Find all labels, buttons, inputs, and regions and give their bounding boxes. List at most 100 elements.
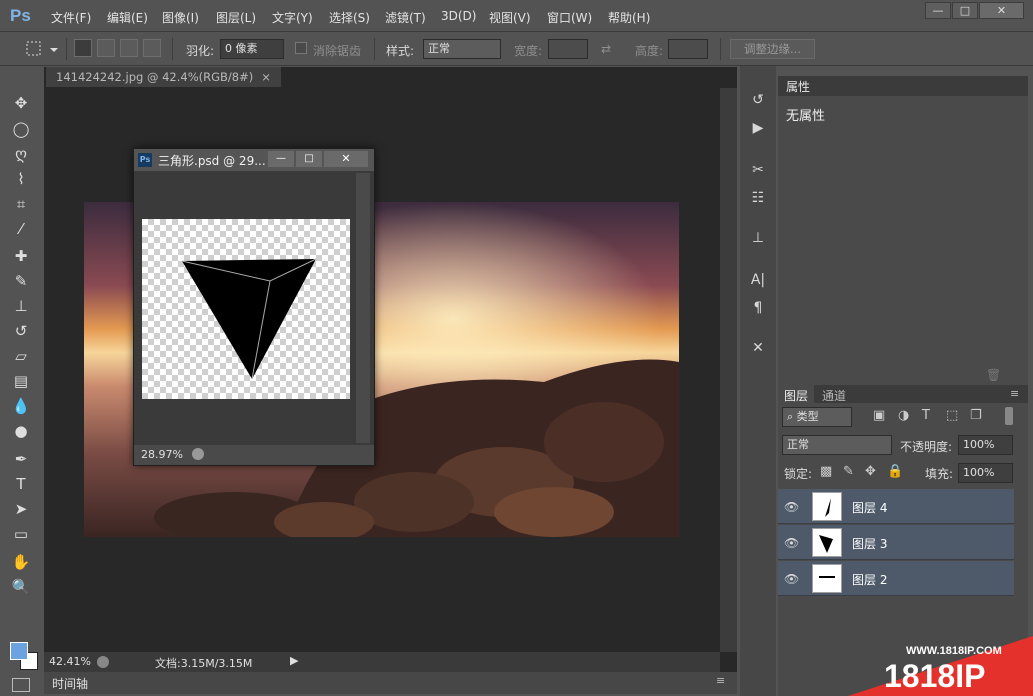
blur-icon[interactable]: 💧 [6,395,36,417]
menu-filter[interactable]: 滤镜(T) [385,9,426,26]
filter-pixel-icon[interactable]: ▣ [873,408,885,423]
status-menu-arrow-icon[interactable]: ▶ [290,654,298,667]
move-tool-icon[interactable]: ✥ [6,92,36,114]
gradient-icon[interactable]: ▤ [6,370,36,392]
status-info-icon[interactable] [97,656,109,668]
tab-layers[interactable]: 图层 [778,385,815,406]
menu-3d[interactable]: 3D(D) [441,9,476,23]
healing-brush-icon[interactable]: ✚ [6,245,36,267]
subtract-selection-icon[interactable] [120,39,138,57]
swap-icon[interactable]: ⇄ [601,42,611,56]
layer-name[interactable]: 图层 3 [852,535,887,552]
filter-adjustment-icon[interactable]: ◑ [898,408,909,423]
fill-input[interactable]: 100% [958,463,1013,483]
visibility-eye-icon[interactable]: 👁 [784,572,800,586]
history-brush-icon[interactable]: ↺ [6,320,36,342]
lock-transparent-icon[interactable]: ▩ [820,464,832,479]
menu-edit[interactable]: 编辑(E) [107,9,148,26]
type-tool-icon[interactable]: T [6,473,36,495]
refine-edge-button[interactable]: 调整边缘... [730,39,815,59]
floating-document-window[interactable]: Ps 三角形.psd @ 29... — □ ✕ 28.97% [133,148,375,466]
path-select-icon[interactable]: ➤ [6,498,36,520]
lock-brush-icon[interactable]: ✎ [843,464,854,479]
intersect-selection-icon[interactable] [143,39,161,57]
crop-icon[interactable]: ⌗ [6,193,36,215]
stamp-icon[interactable]: ⊥ [6,295,36,317]
pen-icon[interactable]: ✒ [6,448,36,470]
quick-select-icon[interactable]: ⌇ [6,168,36,190]
timeline-menu-icon[interactable]: ≡ [716,674,725,687]
lock-all-icon[interactable]: 🔒 [887,464,903,479]
eyedropper-icon[interactable]: ⁄ [6,218,36,240]
filter-toggle[interactable] [1005,407,1013,425]
clone-source-icon[interactable]: ⊥ [746,230,770,250]
layer-name[interactable]: 图层 2 [852,571,887,588]
actions-play-icon[interactable]: ▶ [746,120,770,140]
antialias-label: 消除锯齿 [313,44,362,58]
properties-tab[interactable]: 属性 [778,76,1028,96]
lock-move-icon[interactable]: ✥ [865,464,876,479]
dodge-icon[interactable]: ● [6,420,36,442]
transparent-canvas[interactable] [142,219,350,399]
layer-row[interactable]: 👁 图层 3 [778,525,1014,560]
height-input[interactable] [668,39,708,59]
brushes-icon[interactable]: ✂ [746,162,770,182]
filter-smart-icon[interactable]: ❐ [970,408,982,423]
menu-view[interactable]: 视图(V) [489,9,531,26]
layer-row[interactable]: 👁 图层 2 [778,561,1014,596]
float-close-button[interactable]: ✕ [324,151,368,167]
feather-input[interactable]: 0 像素 [220,39,284,59]
menu-layer[interactable]: 图层(L) [216,9,256,26]
trash-icon[interactable]: 🗑 [986,368,1001,382]
filter-type-icon[interactable]: T [922,408,930,423]
timeline-label[interactable]: 时间轴 [52,675,88,692]
ellipse-marquee-icon[interactable]: ◯ [6,118,36,140]
float-maximize-button[interactable]: □ [296,151,322,167]
zoom-icon[interactable]: 🔍 [6,576,36,598]
float-info-icon[interactable] [192,448,204,460]
antialias-checkbox[interactable] [295,42,307,54]
width-input[interactable] [548,39,588,59]
menu-file[interactable]: 文件(F) [51,9,91,26]
close-button[interactable]: ✕ [979,2,1024,19]
eraser-icon[interactable]: ▱ [6,345,36,367]
menu-type[interactable]: 文字(Y) [272,9,313,26]
layers-menu-icon[interactable]: ≡ [1010,387,1019,400]
tool-presets-icon[interactable]: ✕ [746,340,770,360]
float-scrollbar[interactable] [356,173,370,443]
adjustments-icon[interactable]: ☷ [746,190,770,210]
opacity-input[interactable]: 100% [958,435,1013,455]
marquee-tool-preset-icon[interactable] [26,41,58,57]
minimize-button[interactable]: — [925,2,951,19]
new-selection-icon[interactable] [74,39,92,57]
restore-button[interactable]: □ [952,2,978,19]
history-icon[interactable]: ↺ [746,92,770,112]
tab-close-icon[interactable]: × [261,70,271,84]
shape-tool-icon[interactable]: ▭ [6,523,36,545]
menu-select[interactable]: 选择(S) [329,9,370,26]
visibility-eye-icon[interactable]: 👁 [784,500,800,514]
height-label: 高度: [635,44,664,58]
brush-icon[interactable]: ✎ [6,270,36,292]
filter-shape-icon[interactable]: ⬚ [946,408,958,423]
menu-window[interactable]: 窗口(W) [547,9,592,26]
menu-image[interactable]: 图像(I) [162,9,199,26]
character-icon[interactable]: A| [746,272,770,292]
lasso-icon[interactable]: ღ [6,143,36,165]
hand-icon[interactable]: ✋ [6,551,36,573]
watermark-brand: 1818IP [884,658,986,694]
tab-channels[interactable]: 通道 [822,387,846,404]
menu-help[interactable]: 帮助(H) [608,9,650,26]
add-selection-icon[interactable] [97,39,115,57]
paragraph-icon[interactable]: ¶ [746,300,770,320]
quick-mask-icon[interactable] [12,678,30,692]
vertical-scrollbar[interactable] [720,88,737,652]
visibility-eye-icon[interactable]: 👁 [784,536,800,550]
style-select[interactable]: 正常 [423,39,501,59]
blend-mode-select[interactable]: 正常 [782,435,892,455]
layer-row[interactable]: 👁 图层 4 [778,489,1014,524]
float-minimize-button[interactable]: — [268,151,294,167]
layer-filter-select[interactable]: ⌕ 类型 [782,407,852,427]
document-tab[interactable]: 141424242.jpg @ 42.4%(RGB/8#) × [46,67,281,87]
layer-name[interactable]: 图层 4 [852,499,887,516]
